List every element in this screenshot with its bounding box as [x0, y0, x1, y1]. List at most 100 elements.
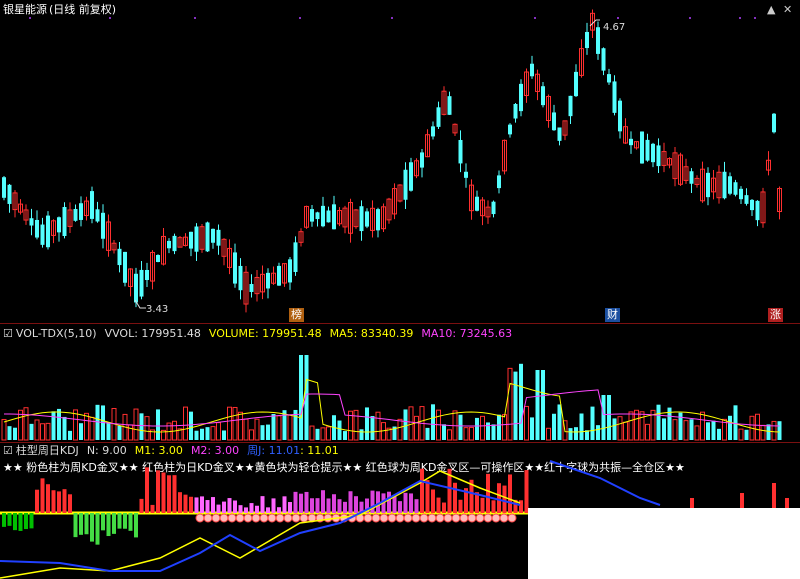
kdj-bar [244, 507, 248, 513]
kdj-bar [178, 492, 182, 513]
kdj-bar [90, 513, 94, 542]
kdj-bar [436, 497, 441, 513]
signal-ball [443, 513, 453, 523]
kdj-bar [260, 496, 265, 513]
signal-ball [203, 513, 213, 523]
candle-body [651, 143, 655, 163]
signal-ball [299, 513, 309, 523]
volume-bar [760, 424, 766, 441]
volume-bar [139, 413, 144, 440]
volume-chart[interactable] [0, 324, 800, 442]
candle-body [601, 48, 606, 71]
candle-body [293, 242, 298, 272]
volume-bar [227, 406, 232, 441]
volume-bar [370, 416, 375, 440]
candle-body [117, 248, 122, 266]
candle-body [101, 212, 105, 239]
marker-dot [29, 17, 31, 19]
volume-bar [689, 419, 694, 440]
kdj-bar [194, 497, 199, 513]
candle-body [772, 113, 776, 133]
kdj-bar [40, 478, 45, 513]
volume-bar [738, 428, 744, 441]
volume-bar [51, 411, 56, 440]
candle-body [277, 265, 281, 286]
d-line-right [549, 460, 661, 506]
kdj-bar [310, 498, 314, 513]
price-chart[interactable]: 4.67 3.43 [0, 0, 800, 322]
volume-bar [1, 418, 7, 441]
kdj-bar [156, 470, 160, 513]
marker-dot [194, 17, 196, 19]
kdj-bar [299, 493, 303, 513]
candle-body [359, 206, 364, 232]
event-tag-bang[interactable]: 榜 [289, 308, 304, 322]
volume-bar [13, 427, 17, 440]
kdj-bar [13, 513, 17, 531]
kdj-bar [95, 513, 100, 545]
marker-dot [754, 17, 756, 19]
volume-bar [337, 420, 342, 440]
kdj-bar [117, 513, 122, 529]
kdj-bar [29, 513, 34, 529]
kdj-bar [315, 498, 320, 513]
signal-ball [403, 513, 413, 523]
volume-bar [733, 405, 738, 440]
marker-dot [109, 17, 111, 19]
kdj-bar [282, 496, 287, 513]
kdj-bar [189, 496, 193, 513]
volume-bar [541, 370, 545, 440]
kdj-bar [211, 497, 215, 513]
panel-close-icon[interactable]: ✕ [783, 3, 792, 16]
candle-body [139, 269, 144, 297]
volume-bar [777, 421, 782, 440]
candle-body [249, 284, 254, 292]
signal-ball [235, 513, 245, 523]
kdj-bar [442, 502, 446, 513]
candle-body [447, 96, 452, 115]
candle-body [7, 184, 12, 204]
candle-body [288, 259, 292, 283]
signal-ball [475, 513, 485, 523]
volume-bar [568, 428, 573, 440]
kdj-bar [414, 499, 419, 513]
signal-ball [323, 513, 333, 523]
kdj-bar [79, 513, 83, 535]
volume-bar [106, 421, 111, 440]
signal-ball [435, 513, 445, 523]
kdj-bar [376, 491, 380, 513]
kdj-bar [348, 491, 353, 513]
volume-bar [552, 413, 556, 440]
event-tag-cai[interactable]: 财 [605, 308, 620, 322]
volume-bar [62, 416, 67, 440]
volume-bar [497, 414, 501, 440]
signal-ball [451, 513, 461, 523]
volume-bar [397, 418, 403, 441]
signal-ball [387, 513, 397, 523]
signal-ball [363, 513, 373, 523]
kdj-bar [233, 500, 237, 513]
volume-bar [40, 423, 45, 441]
signal-ball [211, 513, 221, 523]
volume-bar [320, 427, 326, 441]
volume-bar [271, 413, 276, 440]
candle-body [645, 139, 650, 161]
volume-bar [243, 418, 249, 441]
event-tag-zhang[interactable]: 涨 [768, 308, 783, 322]
kdj-bar [431, 489, 435, 513]
panel-up-arrow-icon[interactable]: ▲ [767, 3, 775, 16]
candle-body [733, 182, 738, 195]
volume-bar [343, 431, 347, 440]
kdj-bar [35, 489, 39, 513]
candle-body [519, 83, 523, 112]
kdj-bar [7, 513, 12, 526]
kdj-bar [73, 513, 78, 538]
candle-body [744, 195, 749, 204]
kdj-bar [486, 473, 490, 513]
candle-body [40, 224, 45, 245]
volume-bar [287, 414, 293, 441]
signal-ball [275, 513, 285, 523]
kdj-bar [68, 494, 72, 513]
volume-bar [766, 424, 771, 440]
volume-bar [222, 430, 226, 440]
